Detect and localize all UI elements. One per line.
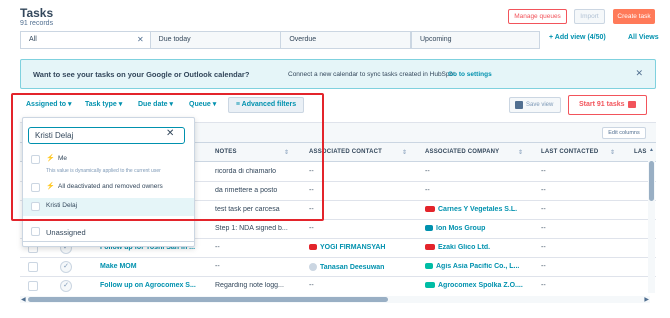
close-icon[interactable]: ✕ [137, 32, 144, 48]
contact-cell: -- [309, 225, 314, 232]
company-logo-icon [425, 225, 433, 232]
sort-icon[interactable]: ⇕ [518, 149, 523, 156]
company-logo-icon [425, 206, 435, 213]
company-name: Agis Asia Pacific Co., L... [436, 263, 520, 270]
task-title-link[interactable]: Make MOM [100, 263, 210, 270]
option-unassigned[interactable]: Unassigned [22, 220, 195, 242]
all-views-link[interactable]: All Views [628, 34, 659, 41]
company-logo-icon [425, 282, 435, 289]
company-name: Ezaki Glico Ltd. [438, 244, 491, 251]
view-tabs: All ✕ Due today Overdue [20, 31, 412, 49]
highlight-annotation [11, 93, 324, 221]
page-title: Tasks [20, 6, 54, 20]
create-task-button[interactable]: Create task [613, 9, 655, 24]
notes-cell: Regarding note logg... [215, 282, 284, 289]
row-checkbox[interactable] [28, 262, 38, 272]
scroll-thumb[interactable] [28, 297, 388, 302]
scroll-up-icon[interactable]: ▲ [649, 147, 654, 153]
tasks-page: Tasks 91 records Manage queues Import Cr… [0, 0, 670, 318]
scroll-thumb[interactable] [649, 161, 654, 201]
record-count: 91 records [20, 20, 54, 27]
close-icon[interactable]: ✕ [635, 68, 643, 79]
tab-label: Due today [158, 36, 191, 43]
save-view-button[interactable]: Save view [509, 97, 561, 113]
last-contacted-cell: -- [541, 187, 546, 194]
tab-due-today[interactable]: Due today [151, 32, 282, 48]
tab-upcoming[interactable]: Upcoming [412, 32, 538, 48]
add-view-link[interactable]: + Add view (4/50) [549, 34, 606, 41]
option-label: Unassigned [46, 228, 86, 237]
last-contacted-cell: -- [541, 225, 546, 232]
notes-cell: -- [215, 263, 220, 270]
table-row[interactable]: ✓ Follow up on Agrocomex S... Regarding … [20, 277, 656, 296]
banner-text: Connect a new calendar to sync tasks cre… [288, 71, 457, 78]
option-checkbox[interactable] [31, 227, 40, 236]
last-contacted-cell: -- [541, 168, 546, 175]
company-cell: -- [425, 187, 430, 194]
start-tasks-button[interactable]: Start 91 tasks [568, 95, 647, 115]
view-tabs-cont: Upcoming [412, 31, 540, 49]
avatar [309, 263, 317, 271]
start-tasks-label: Start 91 tasks [579, 101, 625, 108]
queue-icon [628, 101, 636, 108]
company-link[interactable]: Ion Mos Group [425, 225, 535, 232]
table-row[interactable]: ✓ Make MOM -- Tanasan Deesuwan Agis Asia… [20, 258, 656, 277]
company-logo-icon [425, 244, 435, 251]
contact-name: Tanasan Deesuwan [320, 263, 385, 271]
tab-overdue[interactable]: Overdue [281, 32, 412, 48]
banner-question: Want to see your tasks on your Google or… [33, 70, 250, 79]
page-header: Tasks 91 records Manage queues Import Cr… [20, 6, 660, 28]
horizontal-scrollbar[interactable]: ◀ ▶ [20, 296, 650, 303]
sort-icon[interactable]: ⇕ [402, 149, 407, 156]
column-header-last-contacted[interactable]: LAST CONTACTED [541, 149, 598, 155]
company-name: Carnes Y Vegetales S.L. [438, 206, 518, 213]
company-cell: -- [425, 168, 430, 175]
contact-link[interactable]: YOGI FIRMANSYAH [309, 244, 419, 251]
company-name: Agrocomex Spolka Z.O.... [438, 282, 523, 289]
tab-label: Overdue [289, 36, 317, 43]
last-contacted-cell: -- [541, 244, 546, 251]
company-link[interactable]: Agrocomex Spolka Z.O.... [425, 282, 535, 289]
calendar-banner: Want to see your tasks on your Google or… [20, 59, 656, 89]
company-link[interactable]: Ezaki Glico Ltd. [425, 244, 535, 251]
contact-cell: -- [309, 282, 314, 289]
vertical-scrollbar[interactable]: ▲ [648, 143, 655, 293]
notes-cell: -- [215, 244, 220, 251]
edit-columns-button[interactable]: Edit columns [602, 127, 646, 139]
column-header-last[interactable]: LAS [634, 149, 647, 155]
scroll-left-icon[interactable]: ◀ [21, 296, 26, 303]
complete-task-icon[interactable]: ✓ [60, 280, 72, 292]
row-checkbox[interactable] [28, 281, 38, 291]
save-icon [515, 101, 523, 109]
last-contacted-cell: -- [541, 263, 546, 270]
company-link[interactable]: Agis Asia Pacific Co., L... [425, 263, 535, 270]
import-button[interactable]: Import [574, 9, 605, 24]
sort-icon[interactable]: ⇕ [610, 149, 615, 156]
notes-cell: Step 1: NDA signed b... [215, 225, 288, 232]
tab-label: All [29, 36, 37, 43]
complete-task-icon[interactable]: ✓ [60, 261, 72, 273]
column-header-company[interactable]: ASSOCIATED COMPANY [425, 149, 499, 155]
contact-name: YOGI FIRMANSYAH [320, 244, 386, 251]
tab-all[interactable]: All ✕ [21, 32, 151, 48]
save-view-label: Save view [526, 102, 554, 108]
task-title-link[interactable]: Follow up on Agrocomex S... [100, 282, 210, 289]
last-contacted-cell: -- [541, 206, 546, 213]
last-contacted-cell: -- [541, 282, 546, 289]
go-to-settings-link[interactable]: Go to settings [448, 71, 492, 78]
scroll-right-icon[interactable]: ▶ [644, 296, 649, 303]
manage-queues-button[interactable]: Manage queues [508, 9, 567, 24]
company-link[interactable]: Carnes Y Vegetales S.L. [425, 206, 535, 213]
tab-label: Upcoming [420, 36, 452, 43]
company-logo-icon [425, 263, 433, 270]
company-name: Ion Mos Group [436, 225, 486, 232]
contact-link[interactable]: Tanasan Deesuwan [309, 263, 419, 271]
contact-logo-icon [309, 244, 317, 251]
